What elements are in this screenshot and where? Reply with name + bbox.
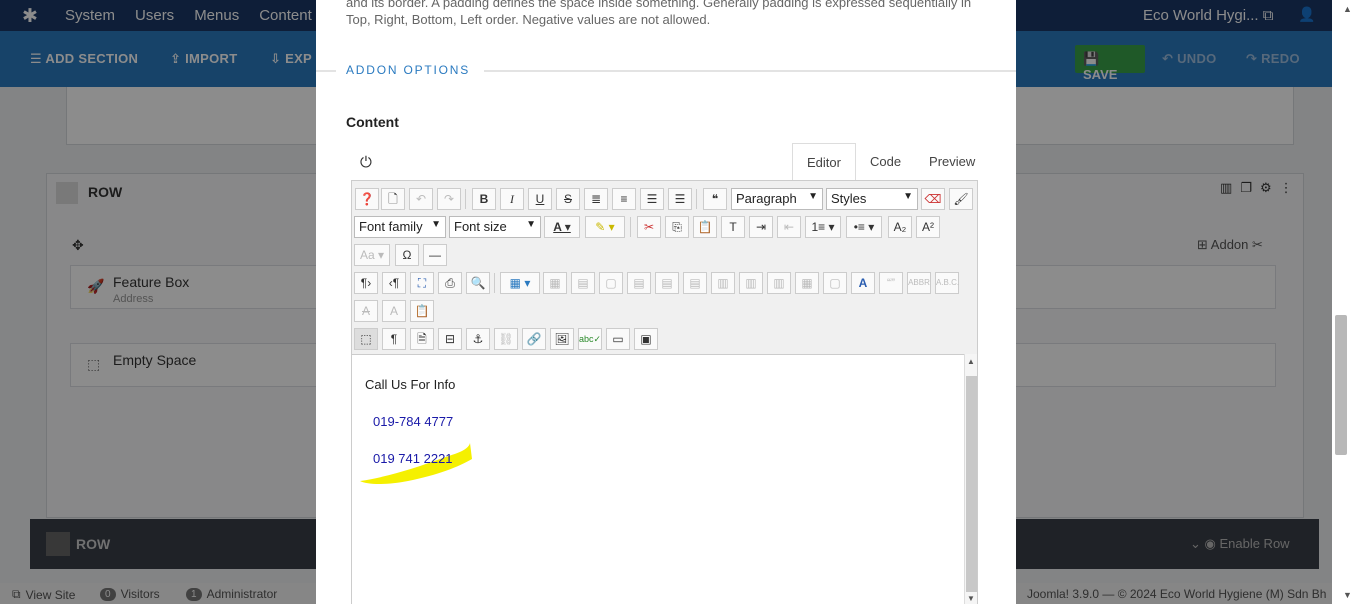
subscript-icon[interactable]: A₂	[888, 216, 912, 238]
editor-toolbar-row-2: Font family ▼ Font size ▼ A ▾ ✎ ▾ ✂ ⎘ 📋 T …	[352, 213, 977, 241]
editor-scrollbar-thumb[interactable]	[966, 376, 977, 592]
format-select[interactable]: Paragraph ▼	[731, 188, 823, 210]
section-label: ADDON OPTIONS	[346, 63, 471, 77]
preview-icon[interactable]: ▣	[634, 328, 658, 350]
editor-content-area[interactable]: Call Us For Info 019-784 4777 019 741 22…	[352, 354, 964, 604]
link-icon[interactable]: 🔗	[522, 328, 546, 350]
delete-text-icon[interactable]: A	[354, 300, 378, 322]
editor-tabs: Editor Code Preview	[792, 143, 989, 181]
phone-number-1[interactable]: 019-784 4777	[373, 414, 453, 429]
highlight-color-icon[interactable]: ✎ ▾	[585, 216, 625, 238]
abbr-icon[interactable]: ABBR	[907, 272, 931, 294]
content-field-label: Content	[346, 114, 399, 130]
spellcheck-icon[interactable]: abc✓	[578, 328, 602, 350]
editor-toolbar-row-6: ⬚ ¶ 🗎 ⊟ ⚓ ⛓ 🔗 🖼 abc✓ ▭ ▣	[352, 325, 977, 353]
power-toggle-icon[interactable]: ⏻	[360, 154, 372, 171]
acronym-icon[interactable]: A.B.C.	[935, 272, 959, 294]
addon-settings-modal: and its border. A padding defines the sp…	[316, 0, 1016, 604]
page-break-icon[interactable]: ⊟	[438, 328, 462, 350]
attributes-icon[interactable]: 📋	[410, 300, 434, 322]
bold-icon[interactable]: B	[472, 188, 496, 210]
style-props-icon[interactable]: A	[851, 272, 875, 294]
tab-editor[interactable]: Editor	[792, 143, 856, 181]
editor-toolbar-row-4: ¶› ‹¶ ⛶ ⎙ 🔍 ▦ ▾ ▦ ▤ ▢ ▤ ▤ ▤ ▥ ▥ ▥ ▦ ▢ A …	[352, 269, 977, 297]
template-icon[interactable]: 🗎	[410, 328, 434, 350]
insert-row-before-icon[interactable]: ▤	[627, 272, 651, 294]
text-color-icon[interactable]: A ▾	[544, 216, 580, 238]
page-scrollbar[interactable]: ▲ ▼	[1332, 0, 1366, 604]
delete-table-icon[interactable]: ▦	[543, 272, 567, 294]
help-icon[interactable]: ❓	[355, 188, 379, 210]
paste-icon[interactable]: 📋	[693, 216, 717, 238]
numbered-list-icon[interactable]: 1≡ ▾	[805, 216, 841, 238]
anchor-icon[interactable]: ⚓	[466, 328, 490, 350]
tab-preview[interactable]: Preview	[915, 143, 989, 181]
page-scrollbar-thumb[interactable]	[1335, 315, 1347, 455]
visual-aid-icon[interactable]: ⬚	[354, 328, 378, 350]
find-icon[interactable]: 🔍	[466, 272, 490, 294]
clear-format-brush-icon[interactable]: 🖌	[949, 188, 973, 210]
media-icon[interactable]: ▭	[606, 328, 630, 350]
unlink-icon[interactable]: ⛓	[494, 328, 518, 350]
print-icon[interactable]: ⎙	[438, 272, 462, 294]
scroll-up-arrow-icon[interactable]: ▲	[1343, 4, 1352, 14]
horizontal-rule-icon[interactable]: —	[423, 244, 447, 266]
insert-text-icon[interactable]: A	[382, 300, 406, 322]
editor-scroll-down-icon[interactable]: ▼	[967, 594, 975, 603]
strikethrough-icon[interactable]: S	[556, 188, 580, 210]
align-right-icon[interactable]: ☰	[668, 188, 692, 210]
editor-scrollbar[interactable]: ▲ ▼	[964, 354, 977, 604]
outdent-icon[interactable]: ⇤	[777, 216, 801, 238]
delete-col-icon[interactable]: ▥	[767, 272, 791, 294]
underline-icon[interactable]: U	[528, 188, 552, 210]
row-props-icon[interactable]: ▤	[571, 272, 595, 294]
content-heading: Call Us For Info	[365, 377, 456, 392]
cut-icon[interactable]: ✂	[637, 216, 661, 238]
cite-icon[interactable]: “”	[879, 272, 903, 294]
scroll-down-arrow-icon[interactable]: ▼	[1343, 590, 1352, 600]
paste-text-icon[interactable]: T	[721, 216, 745, 238]
table-icon[interactable]: ▦ ▾	[500, 272, 540, 294]
rich-text-editor: ❓ 🗋 ↶ ↷ B I U S ≣ ≡ ☰ ☰ ❝ Paragraph ▼ Sty…	[351, 180, 978, 604]
merge-cells-icon[interactable]: ▢	[823, 272, 847, 294]
fullscreen-icon[interactable]: ⛶	[410, 272, 434, 294]
cell-props-icon[interactable]: ▢	[599, 272, 623, 294]
split-cells-icon[interactable]: ▦	[795, 272, 819, 294]
copy-icon[interactable]: ⎘	[665, 216, 689, 238]
new-document-icon[interactable]: 🗋	[381, 188, 405, 210]
font-size-select[interactable]: Font size ▼	[449, 216, 541, 238]
phone-number-2[interactable]: 019 741 2221	[373, 451, 453, 466]
superscript-icon[interactable]: A²	[916, 216, 940, 238]
rtl-icon[interactable]: ‹¶	[382, 272, 406, 294]
styles-select[interactable]: Styles ▼	[826, 188, 918, 210]
italic-icon[interactable]: I	[500, 188, 524, 210]
align-justify-icon[interactable]: ≣	[584, 188, 608, 210]
insert-col-before-icon[interactable]: ▥	[711, 272, 735, 294]
editor-toolbar-row-5: A A 📋	[352, 297, 977, 325]
undo-icon[interactable]: ↶	[409, 188, 433, 210]
tab-code[interactable]: Code	[856, 143, 915, 181]
ltr-icon[interactable]: ¶›	[354, 272, 378, 294]
editor-toolbar-row-1: ❓ 🗋 ↶ ↷ B I U S ≣ ≡ ☰ ☰ ❝ Paragraph ▼ Sty…	[352, 185, 977, 213]
addon-options-divider: ADDON OPTIONS	[316, 62, 1016, 78]
language-icon[interactable]: Aa ▾	[354, 244, 390, 266]
align-left-icon[interactable]: ☰	[640, 188, 664, 210]
eraser-icon[interactable]: ⌫	[921, 188, 945, 210]
bullet-list-icon[interactable]: •≡ ▾	[846, 216, 882, 238]
align-center-icon[interactable]: ≡	[612, 188, 636, 210]
special-char-icon[interactable]: Ω	[395, 244, 419, 266]
insert-col-after-icon[interactable]: ▥	[739, 272, 763, 294]
redo-icon[interactable]: ↷	[437, 188, 461, 210]
delete-row-icon[interactable]: ▤	[683, 272, 707, 294]
insert-row-after-icon[interactable]: ▤	[655, 272, 679, 294]
image-icon[interactable]: 🖼	[550, 328, 574, 350]
padding-help-text: and its border. A padding defines the sp…	[346, 0, 972, 27]
indent-icon[interactable]: ⇥	[749, 216, 773, 238]
editor-scroll-up-icon[interactable]: ▲	[967, 357, 975, 366]
editor-toolbar-row-3: Aa ▾ Ω —	[352, 241, 977, 269]
blockquote-icon[interactable]: ❝	[703, 188, 727, 210]
font-family-select[interactable]: Font family ▼	[354, 216, 446, 238]
show-blocks-icon[interactable]: ¶	[382, 328, 406, 350]
